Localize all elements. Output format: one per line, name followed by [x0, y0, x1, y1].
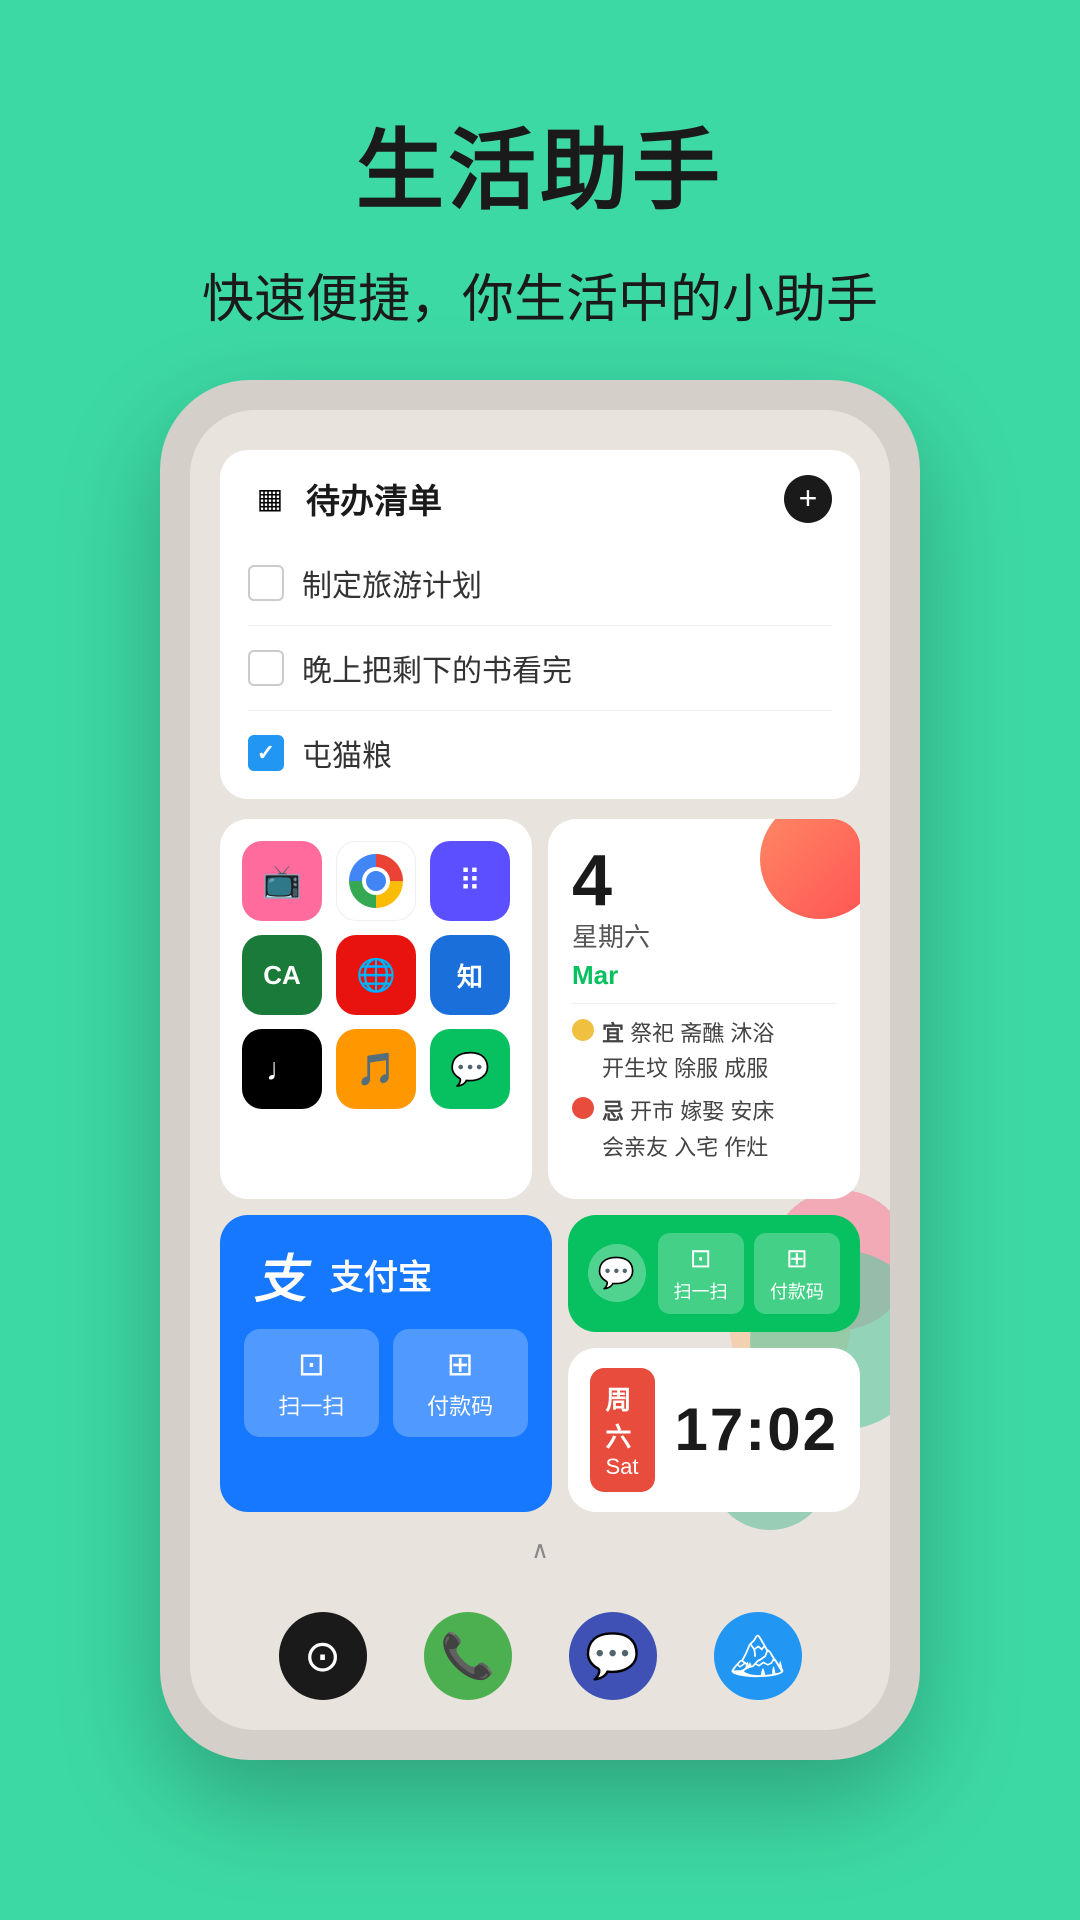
- app-grid: 📺 ⠿ CA: [242, 841, 510, 1109]
- page-subtitle: 快速便捷，你生活中的小助手: [0, 257, 1080, 332]
- app-unknown1[interactable]: ⠿: [430, 841, 510, 921]
- wechat-scan-label: 扫一扫: [674, 1278, 728, 1304]
- dock-camera[interactable]: ⊙: [279, 1612, 367, 1700]
- alipay-scan-label: 扫一扫: [278, 1389, 344, 1421]
- inauspicious-activities: 忌 开市 嫁娶 安床会亲友 入宅 作灶: [602, 1094, 774, 1164]
- camera-icon: ⊙: [304, 1631, 341, 1682]
- calendar-divider: [572, 1003, 836, 1004]
- wechat-scan-icon: ⊡: [690, 1243, 712, 1274]
- app-dock: ⊙ 📞 💬 🏔: [190, 1612, 890, 1700]
- todo-item-2[interactable]: 晚上把剩下的书看完: [248, 626, 832, 711]
- todo-checkbox-1[interactable]: [248, 565, 284, 601]
- app-xiaohongshu[interactable]: 📺: [242, 841, 322, 921]
- app-douyin[interactable]: ♩: [242, 1029, 322, 1109]
- right-column: 💬 ⊡ 扫一扫 ⊞ 付款码: [568, 1215, 861, 1512]
- wechat-logo: 💬: [588, 1244, 646, 1302]
- wechat-actions: ⊡ 扫一扫 ⊞ 付款码: [658, 1233, 841, 1314]
- todo-header: ▦ 待办清单 +: [248, 474, 832, 523]
- page-header: 生活助手 快速便捷，你生活中的小助手: [0, 0, 1080, 372]
- calendar-month: Mar: [572, 960, 836, 991]
- alipay-widget[interactable]: 支 支付宝 ⊡ 扫一扫 ⊞ 付款码: [220, 1215, 552, 1512]
- todo-checkbox-2[interactable]: [248, 650, 284, 686]
- phone-icon: 📞: [440, 1630, 495, 1682]
- auspicious-activities: 宜 祭祀 斋醮 沐浴开生坟 除服 成服: [602, 1016, 774, 1086]
- app-zhihu[interactable]: 知: [430, 935, 510, 1015]
- alipay-scan-button[interactable]: ⊡ 扫一扫: [244, 1329, 379, 1437]
- phone-mockup: ▦ 待办清单 + 制定旅游计划 晚上把剩下的书看完 屯猫粮: [160, 380, 920, 1760]
- bottom-row: 支 支付宝 ⊡ 扫一扫 ⊞ 付款码: [220, 1215, 860, 1512]
- page-title: 生活助手: [0, 100, 1080, 227]
- alipay-logo: 支: [244, 1239, 316, 1311]
- alipay-pay-label: 付款码: [427, 1389, 493, 1421]
- todo-item-1[interactable]: 制定旅游计划: [248, 541, 832, 626]
- phone-outer: ▦ 待办清单 + 制定旅游计划 晚上把剩下的书看完 屯猫粮: [160, 380, 920, 1760]
- inauspicious-row: 忌 开市 嫁娶 安床会亲友 入宅 作灶: [572, 1094, 836, 1164]
- todo-checkbox-3[interactable]: [248, 735, 284, 771]
- calendar-weekday: 星期六: [572, 917, 650, 954]
- wechat-scan-button[interactable]: ⊡ 扫一扫: [658, 1233, 744, 1314]
- inauspicious-dot: [572, 1097, 594, 1119]
- calendar-widget: 4 星期六 Mar 宜 祭祀 斋醮 沐浴开生坟 除服 成服: [548, 819, 860, 1199]
- alipay-actions: ⊡ 扫一扫 ⊞ 付款码: [244, 1329, 528, 1437]
- wechat-pay-label: 付款码: [770, 1278, 824, 1304]
- wechat-pay-icon: ⊞: [786, 1243, 808, 1274]
- todo-text-2: 晚上把剩下的书看完: [302, 646, 572, 690]
- auspicious-dot: [572, 1019, 594, 1041]
- alipay-name: 支付宝: [330, 1250, 432, 1299]
- todo-title: 待办清单: [306, 474, 442, 523]
- todo-text-3: 屯猫粮: [302, 731, 392, 775]
- auspicious-row: 宜 祭祀 斋醮 沐浴开生坟 除服 成服: [572, 1016, 836, 1086]
- dock-phone[interactable]: 📞: [424, 1612, 512, 1700]
- clock-time: 17:02: [675, 1395, 838, 1464]
- todo-widget: ▦ 待办清单 + 制定旅游计划 晚上把剩下的书看完 屯猫粮: [220, 450, 860, 799]
- swipe-indicator: ∧: [220, 1528, 860, 1573]
- swipe-arrow-icon: ∧: [531, 1536, 549, 1565]
- wechat-pay-button[interactable]: ⊞ 付款码: [754, 1233, 840, 1314]
- clock-day-zh: 周六: [606, 1380, 639, 1454]
- app-grid-widget: 📺 ⠿ CA: [220, 819, 532, 1199]
- alipay-pay-button[interactable]: ⊞ 付款码: [393, 1329, 528, 1437]
- message-icon: 💬: [585, 1630, 640, 1682]
- app-weibo[interactable]: 🌐: [336, 935, 416, 1015]
- todo-text-1: 制定旅游计划: [302, 561, 482, 605]
- app-chrome[interactable]: [336, 841, 416, 921]
- app-wechat[interactable]: 💬: [430, 1029, 510, 1109]
- clock-day-en: Sat: [606, 1454, 639, 1480]
- gallery-icon: 🏔: [730, 1630, 786, 1682]
- pay-icon: ⊞: [447, 1345, 474, 1383]
- todo-item-3[interactable]: 屯猫粮: [248, 711, 832, 775]
- dock-message[interactable]: 💬: [569, 1612, 657, 1700]
- app-music[interactable]: 🎵: [336, 1029, 416, 1109]
- clock-day-badge: 周六 Sat: [590, 1368, 655, 1492]
- scan-icon: ⊡: [298, 1345, 325, 1383]
- alipay-header: 支 支付宝: [244, 1239, 528, 1311]
- dock-gallery[interactable]: 🏔: [714, 1612, 802, 1700]
- todo-add-button[interactable]: +: [784, 475, 832, 523]
- phone-screen: ▦ 待办清单 + 制定旅游计划 晚上把剩下的书看完 屯猫粮: [190, 410, 890, 1730]
- todo-icon: ▦: [248, 477, 292, 521]
- wechat-widget[interactable]: 💬 ⊡ 扫一扫 ⊞ 付款码: [568, 1215, 861, 1332]
- app-ca[interactable]: CA: [242, 935, 322, 1015]
- clock-widget: 周六 Sat 17:02: [568, 1348, 861, 1512]
- middle-row: 📺 ⠿ CA: [220, 819, 860, 1199]
